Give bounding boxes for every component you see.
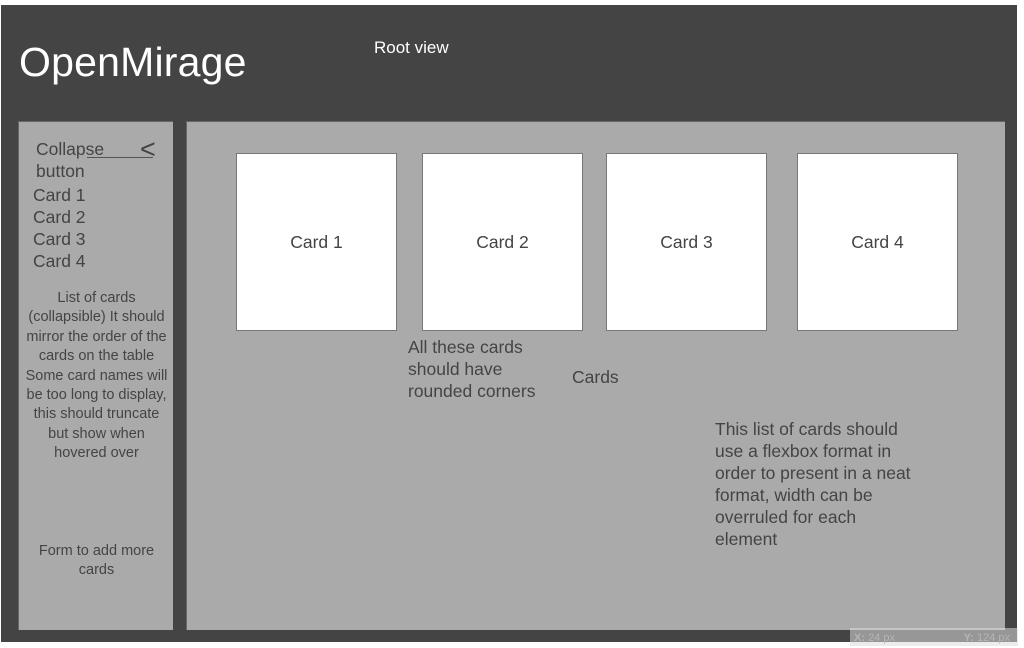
card[interactable]: Card 4 (797, 153, 958, 331)
cards-annotation: Cards (572, 367, 619, 387)
sidebar-card-item[interactable]: Card 2 (33, 206, 86, 228)
card[interactable]: Card 2 (422, 153, 583, 331)
card-label: Card 3 (660, 231, 713, 252)
card[interactable]: Card 3 (606, 153, 767, 331)
view-label: Root view (374, 38, 449, 57)
card-label: Card 4 (851, 231, 904, 252)
sidebar-annotation: List of cards (collapsible) It should mi… (25, 290, 168, 462)
rounded-corners-annotation: All these cards should have rounded corn… (408, 337, 536, 401)
cursor-position-readout: X: 24 px Y: 124 px (850, 628, 1018, 646)
sidebar-card-item[interactable]: Card 1 (33, 184, 86, 206)
cursor-y-readout: Y: 124 px (963, 632, 1010, 644)
card-label: Card 1 (290, 231, 343, 252)
sidebar-card-item[interactable]: Card 4 (33, 250, 86, 272)
card[interactable]: Card 1 (236, 153, 397, 331)
flexbox-annotation: This list of cards should use a flexbox … (715, 419, 911, 549)
sidebar-card-item[interactable]: Card 3 (33, 228, 86, 250)
card-area: Card 1 Card 2 Card 3 Card 4 All these ca… (186, 121, 1005, 630)
sidebar: Collapse button < Card 1 Card 2 Card 3 C… (18, 121, 173, 630)
cursor-x-readout: X: 24 px (854, 632, 895, 644)
chevron-left-icon[interactable]: < (140, 134, 156, 164)
card-label: Card 2 (476, 231, 529, 252)
add-card-form-annotation: Form to add more cards (38, 543, 155, 579)
sidebar-card-list: Card 1 Card 2 Card 3 Card 4 (33, 184, 86, 272)
app-title: OpenMirage (19, 39, 247, 85)
collapse-button-label: Collapse button (36, 139, 105, 181)
